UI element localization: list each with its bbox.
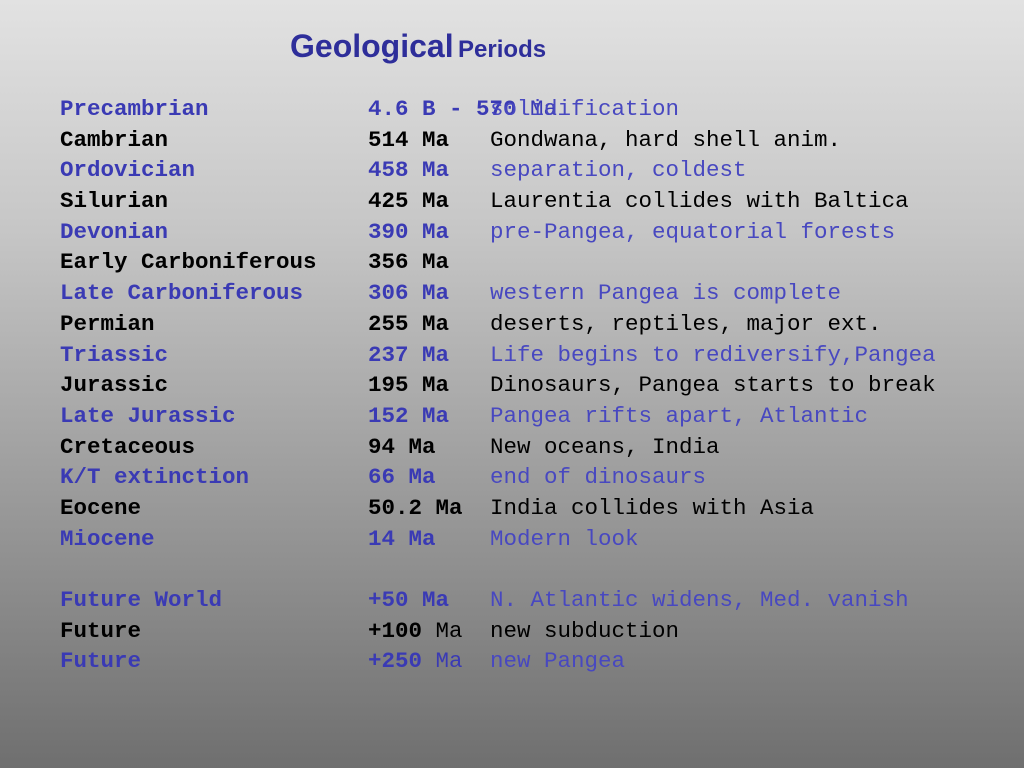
table-row: Late Jurassic 152 Ma Pangea rifts apart, A… [60,401,1010,432]
period-name: Triassic [60,341,169,368]
period-description: India collides with Asia [490,494,815,521]
table-row: Cambrian 514 Ma Gondwana, hard shell anim. [60,125,1010,156]
period-age: 50.2 Ma [368,493,463,524]
periods-table: Precambrian 4.6 B - 570 Ma solidification C… [60,94,1010,677]
title-sub: Periods [458,36,547,63]
period-age-value: 306 Ma [368,280,450,307]
period-age: 306 Ma [368,278,449,309]
period-name: Devonian [60,218,169,245]
period-age-value: 255 Ma [368,310,450,337]
period-age: 425 Ma [368,186,449,217]
period-age: +250 Ma [368,646,463,677]
table-row: Early Carboniferous 356 Ma [60,247,1010,278]
table-row: Late Carboniferous 306 Ma western Pangea i… [60,278,1010,309]
period-name: Ordovician [60,157,196,184]
period-age-value: 195 Ma [368,372,450,399]
period-description: pre-Pangea, equatorial forests [490,218,896,245]
period-age-value: 66 Ma [368,464,436,491]
period-age: 195 Ma [368,370,449,401]
table-row: K/T extinction 66 Ma end of dinosaurs [60,462,1010,493]
period-age: +50 Ma [368,585,449,616]
period-name: Late Jurassic [60,402,236,429]
table-row: Future World +50 Ma N. Atlantic widens, Me… [60,585,1010,616]
table-row: Precambrian 4.6 B - 570 Ma solidification [60,94,1010,125]
period-age-value: 94 Ma [368,433,436,460]
slide: Geological Periods Precambrian 4.6 B - 57… [0,0,1024,768]
period-name: K/T extinction [60,464,250,491]
period-age-unit: Ma [422,648,463,675]
table-row: Eocene 50.2 Ma India collides with Asia [60,493,1010,524]
period-age: 458 Ma [368,155,449,186]
table-row: Future +100 Ma new subduction [60,616,1010,647]
period-age-value: 514 Ma [368,126,450,153]
period-age: 390 Ma [368,217,449,248]
period-age: 514 Ma [368,125,449,156]
period-age-value: +100 [368,617,423,644]
period-description: Laurentia collides with Baltica [490,188,909,215]
period-age-value: 356 Ma [368,249,450,276]
table-row: Miocene 14 Ma Modern look [60,524,1010,555]
period-name: Miocene [60,525,155,552]
period-age-value: 390 Ma [368,218,450,245]
period-age: 66 Ma [368,462,436,493]
period-name: Future [60,648,142,675]
period-age-value: 50.2 Ma [368,494,463,521]
period-description: Modern look [490,525,639,552]
period-description: New oceans, India [490,433,720,460]
period-description: Life begins to rediversify,Pangea [490,341,936,368]
table-row: Devonian 390 Ma pre-Pangea, equatorial for… [60,217,1010,248]
period-description: separation, coldest [490,157,747,184]
page-title: Geological Periods [290,28,546,65]
table-row: Ordovician 458 Ma separation, coldest [60,155,1010,186]
period-name: Precambrian [60,96,209,122]
table-row: Cretaceous 94 Ma New oceans, India [60,432,1010,463]
period-name: Cretaceous [60,433,196,460]
period-description: solidification [490,96,680,122]
period-age-value: +250 [368,648,423,675]
period-age-value: +50 Ma [368,587,450,613]
period-description: end of dinosaurs [490,464,707,491]
table-row: Future +250 Ma new Pangea [60,646,1010,677]
period-name: Cambrian [60,126,169,153]
period-description: Dinosaurs, Pangea starts to break [490,372,936,399]
row-spacer [60,554,1010,585]
table-row: Triassic 237 Ma Life begins to rediversify… [60,340,1010,371]
period-age-value: 425 Ma [368,188,450,215]
period-age-value: 152 Ma [368,402,450,429]
title-main: Geological [290,28,454,64]
period-age: 152 Ma [368,401,449,432]
period-age: 14 Ma [368,524,436,555]
table-row: Jurassic 195 Ma Dinosaurs, Pangea starts t… [60,370,1010,401]
period-name: Silurian [60,188,169,215]
period-age-unit: Ma [422,617,463,644]
period-name: Jurassic [60,372,169,399]
period-age: 94 Ma [368,432,436,463]
period-name: Future World [60,587,223,613]
period-name: Eocene [60,494,142,521]
period-name: Future [60,617,142,644]
period-age: 356 Ma [368,247,449,278]
period-age: +100 Ma [368,616,463,647]
period-description: new subduction [490,617,680,644]
period-description: western Pangea is complete [490,280,842,307]
table-row: Permian 255 Ma deserts, reptiles, major ex… [60,309,1010,340]
period-age-value: 458 Ma [368,157,450,184]
period-name: Permian [60,310,155,337]
period-age: 237 Ma [368,340,449,371]
period-description: Gondwana, hard shell anim. [490,126,842,153]
period-description: new Pangea [490,648,626,675]
period-description: Pangea rifts apart, Atlantic [490,402,869,429]
period-age-value: 237 Ma [368,341,450,368]
period-description: deserts, reptiles, major ext. [490,310,882,337]
period-name: Early Carboniferous [60,249,317,276]
period-description: N. Atlantic widens, Med. vanish [490,587,909,613]
table-row: Silurian 425 Ma Laurentia collides with Ba… [60,186,1010,217]
period-age: 255 Ma [368,309,449,340]
period-name: Late Carboniferous [60,280,304,307]
period-age-value: 14 Ma [368,525,436,552]
